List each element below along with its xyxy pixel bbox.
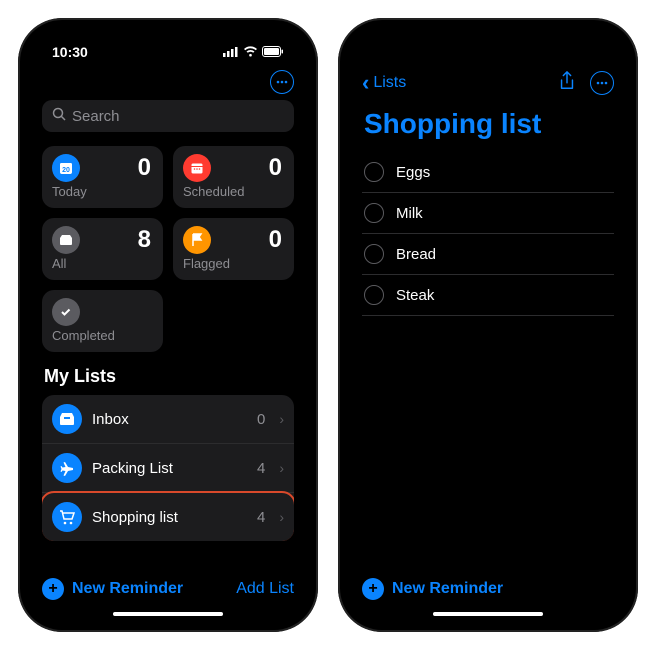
inbox-icon [52, 404, 82, 434]
checkbox[interactable] [364, 285, 384, 305]
cart-icon [52, 502, 82, 532]
card-scheduled[interactable]: 0 Scheduled [173, 146, 294, 208]
add-list-button[interactable]: Add List [236, 580, 294, 598]
new-reminder-label: New Reminder [392, 580, 503, 598]
card-all[interactable]: 8 All [42, 218, 163, 280]
checkbox[interactable] [364, 244, 384, 264]
reminder-label: Steak [396, 287, 434, 304]
smart-cards: 20 0 Today 0 Scheduled [42, 146, 294, 352]
signal-icon [223, 44, 239, 60]
list-count: 4 [257, 509, 265, 526]
list-label: Shopping list [92, 509, 247, 526]
more-button[interactable] [270, 70, 294, 94]
card-flagged-label: Flagged [183, 256, 282, 271]
my-lists: Inbox 0 › Packing List 4 › Shopp [42, 395, 294, 541]
list-title: Shopping list [364, 108, 612, 140]
card-all-count: 8 [138, 226, 151, 254]
card-flagged[interactable]: 0 Flagged [173, 218, 294, 280]
search-input[interactable]: Search [42, 100, 294, 132]
reminder-label: Milk [396, 205, 423, 222]
phone-right: ‹ Lists Shopping list Eggs [338, 18, 638, 632]
reminder-item[interactable]: Steak [362, 275, 614, 316]
home-indicator[interactable] [113, 612, 223, 616]
bottom-bar: + New Reminder [362, 578, 614, 600]
card-today[interactable]: 20 0 Today [42, 146, 163, 208]
list-label: Packing List [92, 460, 247, 477]
list-item-shopping[interactable]: Shopping list 4 › [42, 493, 294, 541]
new-reminder-label: New Reminder [72, 580, 183, 598]
search-icon [52, 107, 66, 125]
reminder-item[interactable]: Bread [362, 234, 614, 275]
home-indicator[interactable] [433, 612, 543, 616]
share-button[interactable] [558, 71, 576, 96]
airplane-icon [52, 453, 82, 483]
flag-icon [183, 226, 211, 254]
chevron-right-icon: › [279, 460, 284, 476]
battery-icon [262, 44, 284, 60]
chevron-left-icon: ‹ [362, 70, 369, 96]
notch [113, 28, 223, 54]
plus-icon: + [42, 578, 64, 600]
back-label: Lists [373, 74, 406, 92]
card-today-label: Today [52, 184, 151, 199]
card-completed-label: Completed [52, 328, 151, 343]
plus-icon: + [362, 578, 384, 600]
chevron-right-icon: › [279, 509, 284, 525]
card-completed[interactable]: Completed [42, 290, 163, 352]
status-icons [223, 44, 284, 60]
back-button[interactable]: ‹ Lists [362, 70, 406, 96]
screen-right: ‹ Lists Shopping list Eggs [348, 28, 628, 622]
header-row [42, 68, 294, 100]
checkmark-icon [52, 298, 80, 326]
new-reminder-button[interactable]: + New Reminder [362, 578, 503, 600]
content-right: ‹ Lists Shopping list Eggs [348, 68, 628, 622]
nav-bar: ‹ Lists [362, 68, 614, 102]
screen-left: 10:30 [28, 28, 308, 622]
my-lists-title: My Lists [44, 366, 292, 387]
more-button[interactable] [590, 71, 614, 95]
bottom-bar: + New Reminder Add List [42, 578, 294, 600]
list-item-inbox[interactable]: Inbox 0 › [42, 395, 294, 444]
card-flagged-count: 0 [269, 226, 282, 254]
list-label: Inbox [92, 411, 247, 428]
checkbox[interactable] [364, 203, 384, 223]
svg-text:20: 20 [62, 167, 70, 174]
notch [433, 28, 543, 54]
card-scheduled-label: Scheduled [183, 184, 282, 199]
tray-icon [52, 226, 80, 254]
content-left: Search 20 0 Today [28, 68, 308, 622]
card-scheduled-count: 0 [269, 154, 282, 182]
status-time: 10:30 [52, 44, 88, 60]
reminder-item[interactable]: Milk [362, 193, 614, 234]
phone-left: 10:30 [18, 18, 318, 632]
checkbox[interactable] [364, 162, 384, 182]
list-item-packing[interactable]: Packing List 4 › [42, 444, 294, 493]
search-placeholder: Search [72, 108, 120, 125]
list-count: 4 [257, 460, 265, 477]
list-count: 0 [257, 411, 265, 428]
reminder-item[interactable]: Eggs [362, 152, 614, 193]
calendar-icon [183, 154, 211, 182]
card-all-label: All [52, 256, 151, 271]
calendar-today-icon: 20 [52, 154, 80, 182]
chevron-right-icon: › [279, 411, 284, 427]
reminder-label: Bread [396, 246, 436, 263]
reminder-label: Eggs [396, 164, 430, 181]
card-today-count: 0 [138, 154, 151, 182]
wifi-icon [243, 44, 258, 60]
new-reminder-button[interactable]: + New Reminder [42, 578, 183, 600]
reminders-list: Eggs Milk Bread Steak [362, 152, 614, 316]
